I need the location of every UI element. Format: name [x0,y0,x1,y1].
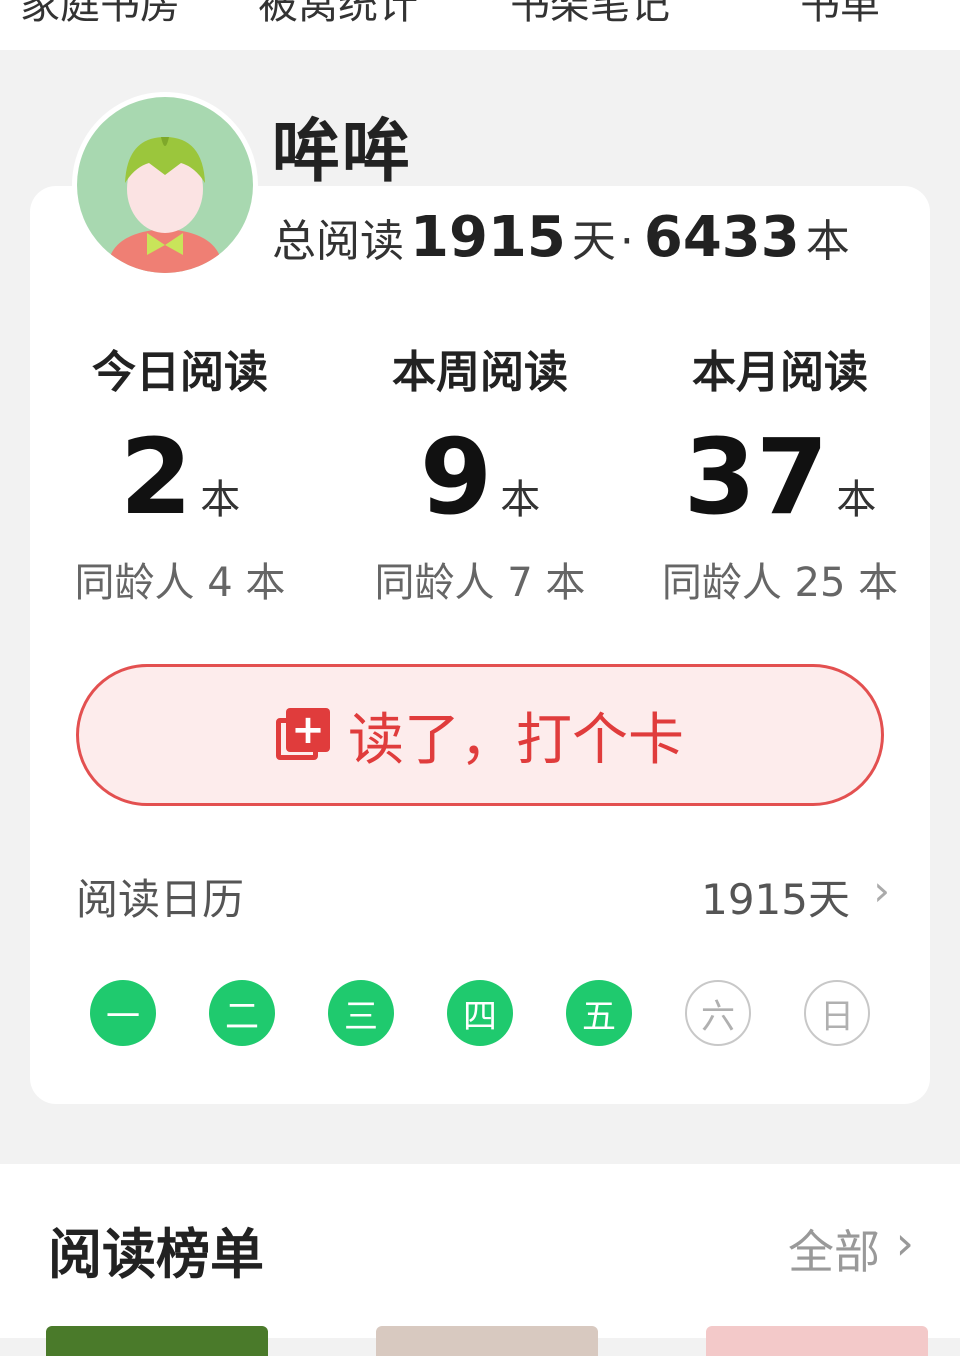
stat-value-row: 37 本 [630,416,930,538]
total-days: 1915 [410,205,566,270]
weekday-fri[interactable]: 五 [566,980,632,1046]
stat-value: 37 [683,416,829,538]
username: 哞哞 [272,113,413,192]
stat-peer: 同龄人 7 本 [374,560,586,606]
calendar-title: 阅读日历 [76,875,245,924]
chevron-right-icon[interactable]: › [873,866,890,915]
total-reading-summary: 总阅读 1915 天 · 6433 本 [272,205,850,270]
tab-shelf-notes[interactable]: 书架笔记 [510,0,670,30]
stat-value-row: 2本 [30,416,330,538]
weekday-tue[interactable]: 二 [209,980,275,1046]
add-note-icon: + [276,708,330,762]
separator: · [619,216,634,267]
total-books: 6433 [643,205,800,270]
total-prefix: 总阅读 [272,216,404,267]
stat-label: 今日阅读 [92,347,268,398]
book-cover[interactable] [46,1326,268,1356]
checkin-button[interactable]: + 读了，打个卡 [76,664,884,806]
stat-unit: 本 [200,477,241,523]
child-avatar-icon [77,97,253,273]
stat-value-row: 9本 [330,416,630,538]
tab-booklist[interactable]: 书单 [800,0,880,30]
stat-peer: 同龄人 4 本 [74,560,286,606]
ranking-title: 阅读榜单 [48,1223,264,1286]
ranking-section: 阅读榜单 全部 › [0,1164,960,1356]
weekday-wed[interactable]: 三 [328,980,394,1046]
stat-unit: 本 [500,477,541,523]
tab-home-study[interactable]: 家庭书房 [20,0,180,30]
books-unit: 本 [805,216,850,267]
stat-today[interactable]: 今日阅读 2本 同龄人 4 本 [30,336,330,608]
chevron-right-icon[interactable]: › [896,1216,914,1270]
stat-month[interactable]: 本月阅读 37 本 同龄人 25 本 [630,336,930,608]
stat-week[interactable]: 本周阅读 9本 同龄人 7 本 [330,336,630,608]
avatar[interactable] [72,92,258,278]
weekday-sun[interactable]: 日 [804,980,870,1046]
weekday-thu[interactable]: 四 [447,980,513,1046]
reading-stats-card [30,186,930,1104]
stat-label: 本月阅读 [692,347,868,398]
stat-unit: 本 [836,477,877,523]
stat-value: 2 [119,416,193,538]
tab-bed-stats[interactable]: 被窝统计 [258,0,418,30]
book-cover[interactable] [706,1326,928,1356]
stat-value: 9 [419,416,493,538]
ranking-all-link[interactable]: 全部 [788,1216,880,1282]
top-tab-bar: 家庭书房 被窝统计 书架笔记 书单 [0,0,960,50]
checkin-label: 读了，打个卡 [348,707,684,773]
weekday-sat[interactable]: 六 [685,980,751,1046]
weekday-mon[interactable]: 一 [90,980,156,1046]
calendar-days-link[interactable]: 1915天 [701,866,850,927]
book-cover[interactable] [376,1326,598,1356]
stat-peer: 同龄人 25 本 [661,560,899,606]
days-unit: 天 [571,216,616,267]
stat-label: 本周阅读 [392,347,568,398]
